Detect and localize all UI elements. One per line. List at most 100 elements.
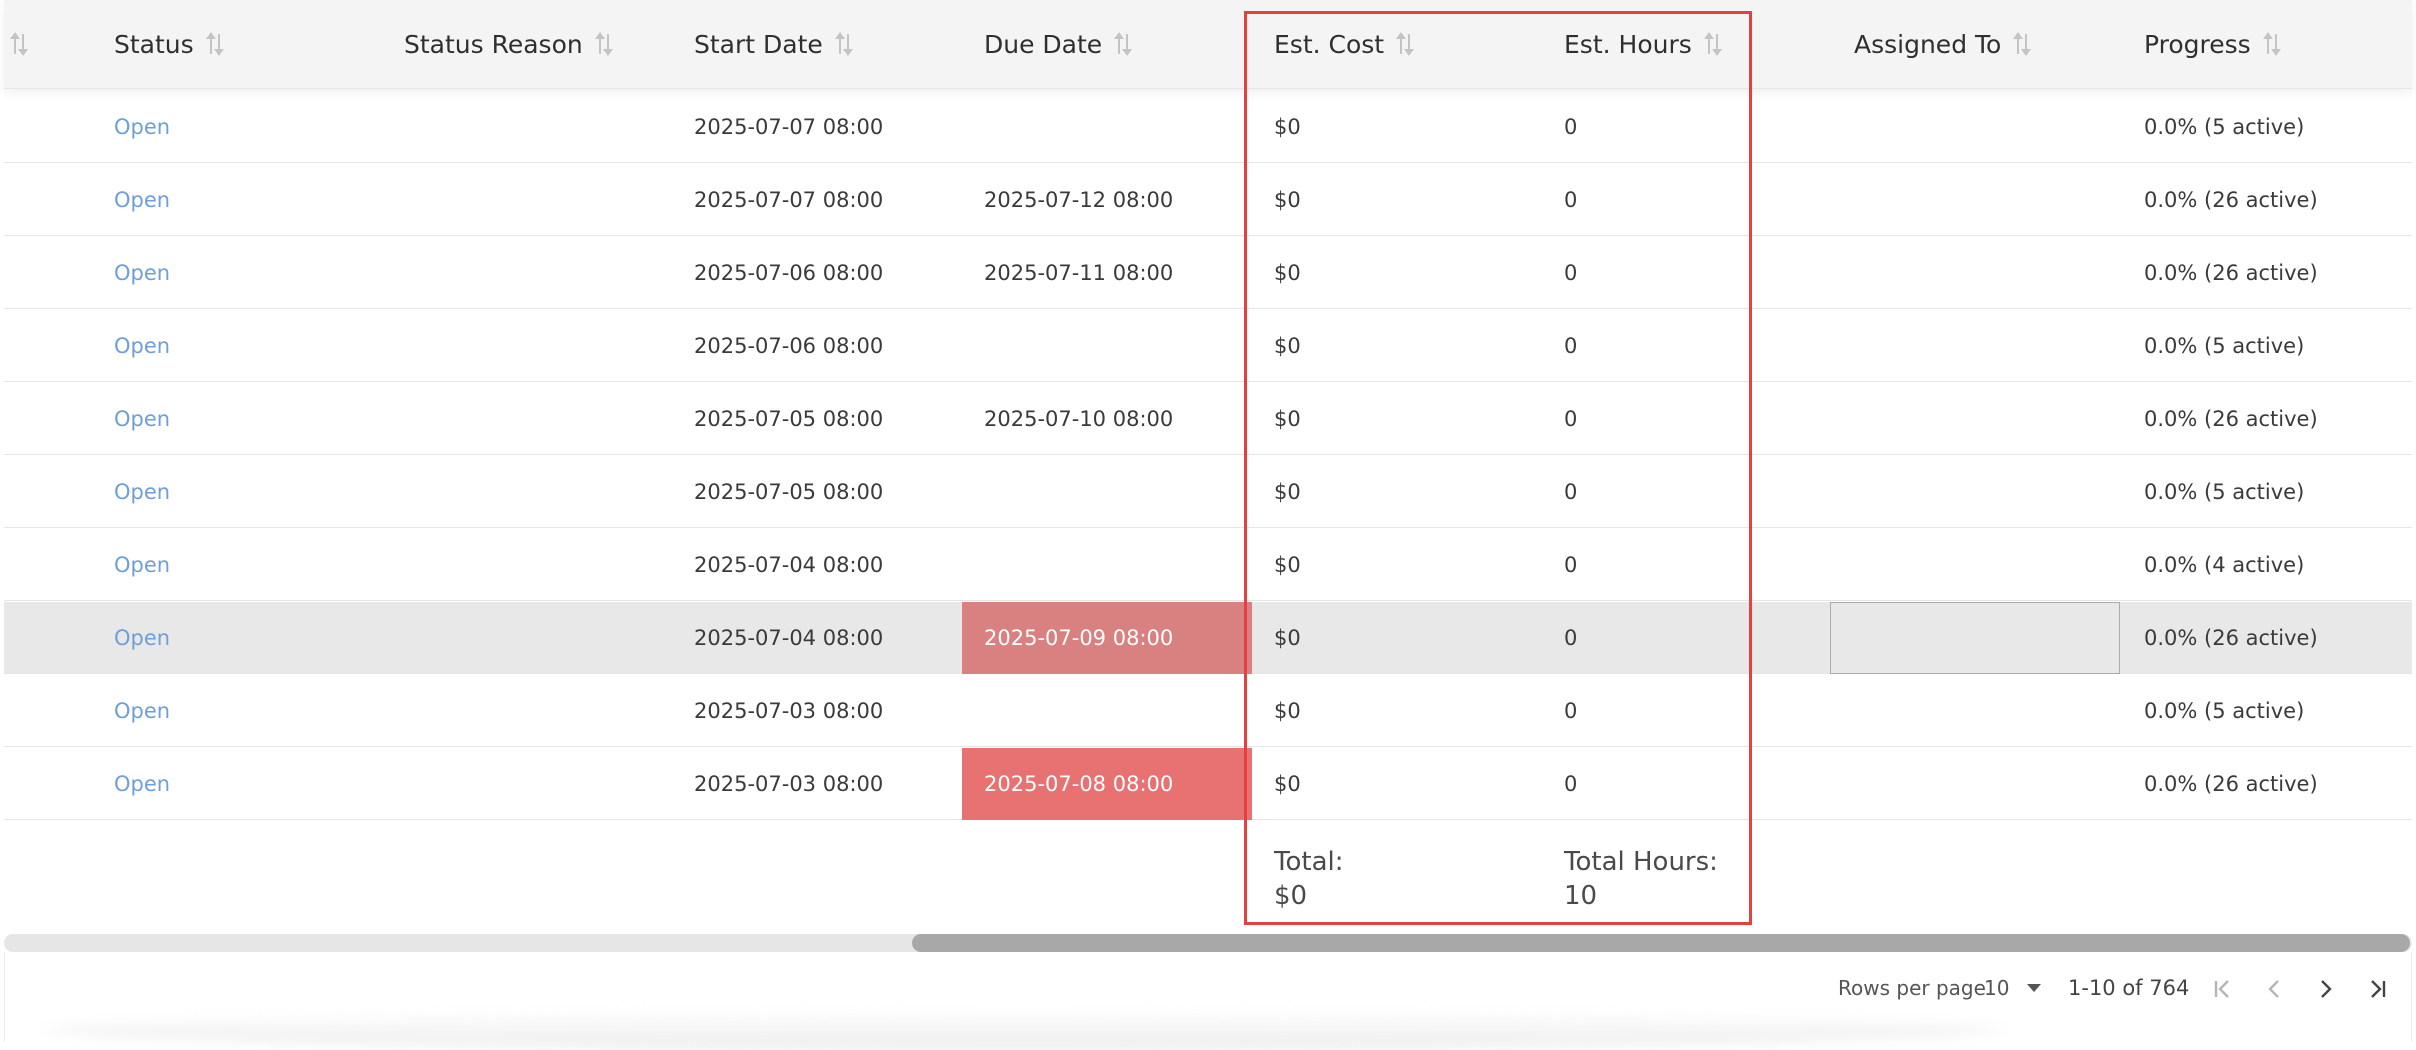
table-header: Status Status Reason Start Date Due Date… (4, 0, 2412, 89)
column-header-status[interactable]: Status (114, 0, 226, 88)
table-row[interactable]: Open 2025-07-04 08:00 $0 0 0.0% (4 activ… (4, 529, 2412, 601)
sort-icon[interactable] (1396, 31, 1416, 57)
last-page-icon[interactable] (2360, 972, 2394, 1006)
start-date-cell: 2025-07-03 08:00 (694, 772, 884, 796)
table-row[interactable]: Open 2025-07-05 08:00 $0 0 0.0% (5 activ… (4, 456, 2412, 528)
total-hours-label: Total Hours: (1564, 847, 1718, 877)
est-hours-cell: 0 (1564, 115, 1578, 139)
table-row[interactable]: Open 2025-07-03 08:00 $0 0 0.0% (5 activ… (4, 675, 2412, 747)
progress-cell: 0.0% (4 active) (2144, 553, 2305, 577)
dropdown-caret-icon (2027, 984, 2042, 992)
footer-shadow (44, 1010, 2004, 1050)
table-row[interactable]: Open 2025-07-05 08:00 2025-07-10 08:00 $… (4, 383, 2412, 455)
est-hours-cell: 0 (1564, 626, 1578, 650)
start-date-cell: 2025-07-05 08:00 (694, 407, 884, 431)
total-hours-value: 10 (1564, 881, 1598, 911)
start-date-cell: 2025-07-04 08:00 (694, 626, 884, 650)
sort-icon[interactable] (205, 31, 226, 57)
progress-cell: 0.0% (5 active) (2144, 115, 2305, 139)
start-date-cell: 2025-07-06 08:00 (694, 261, 884, 285)
progress-cell: 0.0% (26 active) (2144, 626, 2318, 650)
est-cost-cell: $0 (1274, 772, 1301, 796)
prev-page-icon[interactable] (2258, 972, 2292, 1006)
status-link[interactable]: Open (114, 602, 170, 674)
first-page-glyph (2214, 980, 2229, 998)
data-table: Status Status Reason Start Date Due Date… (4, 0, 2412, 1050)
sort-icon[interactable] (594, 31, 615, 57)
column-header-assigned-to[interactable]: Assigned To (1854, 0, 2033, 88)
table-row[interactable]: Open 2025-07-07 08:00 $0 0 0.0% (5 activ… (4, 91, 2412, 163)
column-header-status-reason[interactable]: Status Reason (404, 0, 615, 88)
status-link[interactable]: Open (114, 310, 170, 382)
start-date-cell: 2025-07-07 08:00 (694, 115, 884, 139)
progress-cell: 0.0% (26 active) (2144, 188, 2318, 212)
table-row-selected[interactable]: Open 2025-07-04 08:00 2025-07-09 08:00 $… (4, 602, 2412, 674)
first-page-icon[interactable] (2206, 972, 2240, 1006)
due-date-cell: 2025-07-12 08:00 (984, 188, 1174, 212)
column-label-due-date: Due Date (984, 29, 1103, 59)
sort-icon[interactable] (834, 31, 855, 57)
rows-per-page-label: Rows per page (1838, 976, 1986, 1000)
sort-icon[interactable] (1703, 31, 1724, 57)
sort-icon[interactable] (2013, 31, 2033, 57)
column-header-est-hours[interactable]: Est. Hours (1564, 0, 1724, 88)
est-hours-cell: 0 (1564, 772, 1578, 796)
due-date-cell: 2025-07-08 08:00 (984, 772, 1174, 796)
column-header-est-cost[interactable]: Est. Cost (1274, 0, 1416, 88)
status-link[interactable]: Open (114, 456, 170, 528)
est-cost-cell: $0 (1274, 188, 1301, 212)
table-row[interactable]: Open 2025-07-06 08:00 $0 0 0.0% (5 activ… (4, 310, 2412, 382)
column-label-assigned-to: Assigned To (1854, 29, 2002, 59)
due-date-cell: 2025-07-09 08:00 (984, 626, 1174, 650)
sort-icon[interactable] (10, 31, 30, 57)
rows-per-page-select[interactable]: 10 (1984, 968, 2042, 1008)
next-page-icon[interactable] (2308, 972, 2342, 1006)
due-date-cell: 2025-07-10 08:00 (984, 407, 1174, 431)
est-hours-cell: 0 (1564, 699, 1578, 723)
assigned-to-editor[interactable] (1830, 602, 2120, 674)
total-cost-label: Total: (1274, 847, 1344, 877)
column-label-est-cost: Est. Cost (1274, 29, 1385, 59)
start-date-cell: 2025-07-03 08:00 (694, 699, 884, 723)
est-cost-cell: $0 (1274, 407, 1301, 431)
status-link[interactable]: Open (114, 383, 170, 455)
est-cost-cell: $0 (1274, 553, 1301, 577)
est-cost-cell: $0 (1274, 334, 1301, 358)
status-link[interactable]: Open (114, 237, 170, 309)
est-hours-cell: 0 (1564, 261, 1578, 285)
progress-cell: 0.0% (26 active) (2144, 772, 2318, 796)
prev-page-glyph (2268, 980, 2279, 998)
column-header-progress[interactable]: Progress (2144, 0, 2283, 88)
due-date-cell: 2025-07-11 08:00 (984, 261, 1174, 285)
total-hours: Total Hours: 10 (1564, 845, 1718, 913)
est-cost-cell: $0 (1274, 115, 1301, 139)
table-row[interactable]: Open 2025-07-06 08:00 2025-07-11 08:00 $… (4, 237, 2412, 309)
sort-all-header[interactable] (10, 0, 30, 88)
total-cost-value: $0 (1274, 881, 1308, 911)
table-row[interactable]: Open 2025-07-03 08:00 2025-07-08 08:00 $… (4, 748, 2412, 820)
table-row[interactable]: Open 2025-07-07 08:00 2025-07-12 08:00 $… (4, 164, 2412, 236)
est-hours-cell: 0 (1564, 334, 1578, 358)
start-date-cell: 2025-07-05 08:00 (694, 480, 884, 504)
status-link[interactable]: Open (114, 675, 170, 747)
status-link[interactable]: Open (114, 164, 170, 236)
rows-per-page-value: 10 (1984, 976, 2010, 1000)
status-link[interactable]: Open (114, 748, 170, 820)
column-header-due-date[interactable]: Due Date (984, 0, 1134, 88)
progress-cell: 0.0% (26 active) (2144, 407, 2318, 431)
start-date-cell: 2025-07-04 08:00 (694, 553, 884, 577)
progress-cell: 0.0% (5 active) (2144, 334, 2305, 358)
sort-icon[interactable] (1114, 31, 1134, 57)
est-cost-cell: $0 (1274, 261, 1301, 285)
start-date-cell: 2025-07-07 08:00 (694, 188, 884, 212)
column-header-start-date[interactable]: Start Date (694, 0, 855, 88)
start-date-cell: 2025-07-06 08:00 (694, 334, 884, 358)
status-link[interactable]: Open (114, 529, 170, 601)
horizontal-scrollbar-thumb[interactable] (912, 934, 2410, 952)
column-label-status: Status (114, 29, 194, 59)
next-page-glyph (2321, 980, 2332, 998)
status-link[interactable]: Open (114, 91, 170, 163)
column-label-progress: Progress (2144, 29, 2251, 59)
page-range: 1-10 of 764 (2068, 976, 2190, 1000)
sort-icon[interactable] (2262, 31, 2283, 57)
